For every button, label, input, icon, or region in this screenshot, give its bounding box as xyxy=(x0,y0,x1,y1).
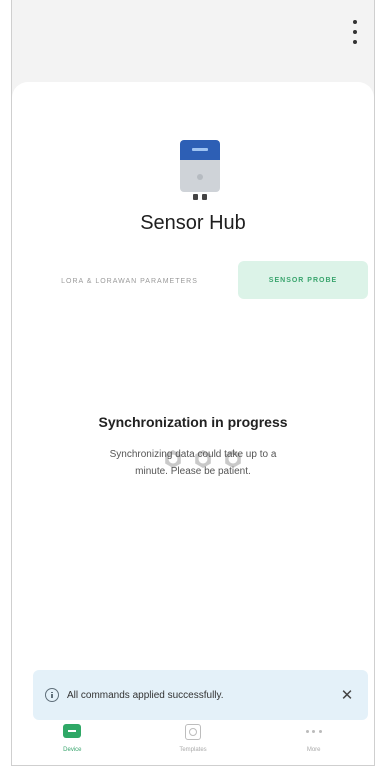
bottom-nav: Device Templates More xyxy=(12,722,374,765)
content-sheet: Sensor Hub LORA & LORAWAN PARAMETERS SEN… xyxy=(12,82,374,722)
info-icon xyxy=(45,688,59,702)
device-icon xyxy=(63,724,82,738)
toast-message: All commands applied successfully. xyxy=(67,689,224,701)
more-horizontal-icon xyxy=(305,730,322,734)
sync-title: Synchronization in progress xyxy=(98,414,288,430)
tab-lora-parameters[interactable]: LORA & LORAWAN PARAMETERS xyxy=(32,262,227,300)
nav-more[interactable]: More xyxy=(253,722,374,765)
app-screen: Sensor Hub LORA & LORAWAN PARAMETERS SEN… xyxy=(11,0,375,766)
more-vertical-icon[interactable] xyxy=(350,20,360,44)
nav-device-label: Device xyxy=(63,747,82,753)
sync-message: Synchronizing data could take up to a mi… xyxy=(109,449,277,477)
nav-templates[interactable]: Templates xyxy=(133,722,254,765)
success-toast: All commands applied successfully. ✕ xyxy=(33,670,368,720)
tab-sensor-probe[interactable]: SENSOR PROBE xyxy=(238,261,368,299)
device-image xyxy=(180,140,220,202)
close-icon[interactable]: ✕ xyxy=(338,686,356,704)
nav-more-label: More xyxy=(306,747,321,753)
device-title: Sensor Hub xyxy=(140,212,246,234)
nav-device[interactable]: Device xyxy=(12,722,133,765)
nav-templates-label: Templates xyxy=(179,747,207,753)
templates-icon xyxy=(185,724,201,740)
